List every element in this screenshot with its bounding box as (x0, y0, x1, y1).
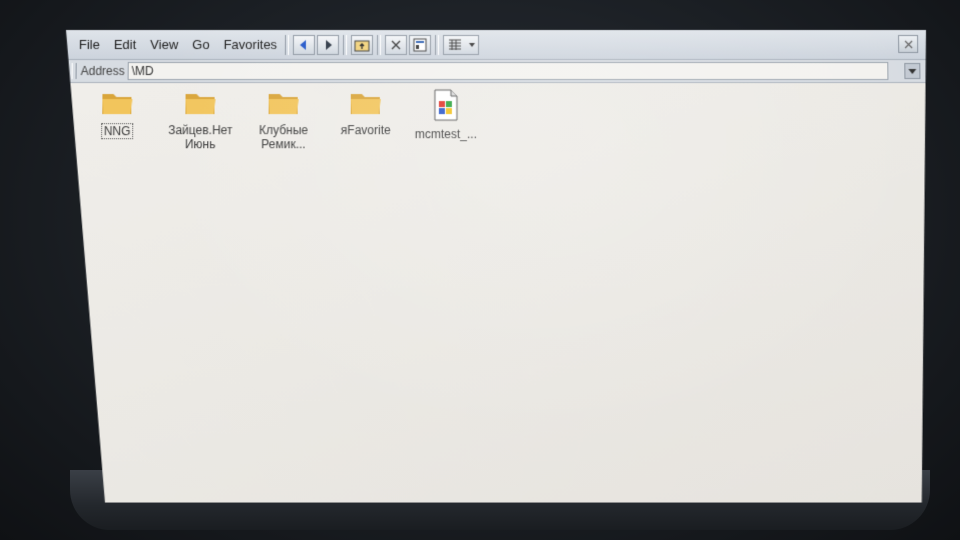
address-grip[interactable] (72, 63, 77, 79)
document-icon (433, 89, 459, 121)
file-item-mcmtest[interactable]: mcmtest_... (406, 89, 486, 141)
file-item-nng[interactable]: NNG (77, 89, 158, 139)
folder-icon (183, 89, 217, 117)
menu-edit[interactable]: Edit (109, 37, 142, 52)
close-icon (904, 39, 913, 48)
toolbar-separator (343, 34, 347, 54)
back-icon (298, 38, 310, 50)
address-bar: Address \MD (66, 60, 927, 83)
menu-view[interactable]: View (145, 37, 183, 52)
up-folder-button[interactable] (351, 34, 373, 54)
back-button[interactable] (293, 34, 315, 54)
delete-icon (390, 38, 402, 50)
folder-icon (349, 89, 383, 117)
up-folder-icon (354, 37, 370, 51)
chevron-down-icon (469, 42, 475, 46)
address-dropdown-button[interactable] (904, 63, 920, 79)
menu-file[interactable]: File (74, 37, 105, 52)
chevron-down-icon (908, 69, 916, 74)
menu-go[interactable]: Go (187, 37, 214, 52)
folder-icon (100, 89, 134, 117)
properties-button[interactable] (409, 34, 431, 54)
file-label: mcmtest_... (406, 127, 486, 141)
explorer-window: File Edit View Go Favorites Address \MD … (62, 30, 931, 503)
file-item-favorite[interactable]: яFavorite (326, 89, 406, 137)
address-label: Address (81, 64, 125, 78)
close-button[interactable] (898, 35, 918, 53)
forward-button[interactable] (317, 34, 339, 54)
properties-icon (413, 37, 427, 51)
file-label: NNG (101, 123, 134, 139)
toolbar-separator (285, 34, 289, 54)
file-label: Клубные Ремик... (243, 123, 323, 151)
menu-favorites[interactable]: Favorites (219, 37, 283, 52)
file-list: NNG Зайцев.Нет Июнь Клубные Ремик... яFa… (62, 83, 931, 503)
menu-bar: File Edit View Go Favorites (66, 30, 927, 60)
address-input[interactable]: \MD (128, 62, 889, 80)
views-button[interactable] (443, 34, 479, 54)
views-icon (448, 38, 462, 50)
folder-icon (267, 89, 301, 117)
delete-button[interactable] (385, 34, 407, 54)
file-label: Зайцев.Нет Июнь (160, 123, 240, 151)
file-label: яFavorite (326, 123, 406, 137)
toolbar-separator (435, 34, 439, 54)
forward-icon (322, 38, 334, 50)
file-item-club-remix[interactable]: Клубные Ремик... (243, 89, 323, 151)
file-item-zaitsev[interactable]: Зайцев.Нет Июнь (160, 89, 241, 151)
toolbar-separator (377, 34, 381, 54)
